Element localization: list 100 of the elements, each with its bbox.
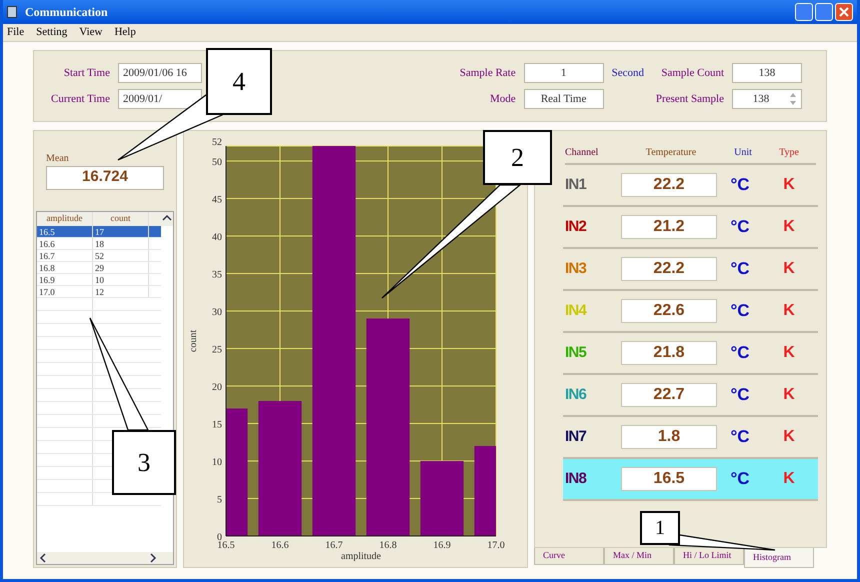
menu-item[interactable]: Setting: [36, 24, 68, 41]
type-text: K: [782, 385, 796, 405]
column-header: Unit: [733, 146, 753, 160]
table-cell: 18: [93, 238, 149, 249]
callout-box: 1: [640, 511, 680, 545]
type-text: K: [782, 175, 796, 195]
sample-count-field[interactable]: 138: [732, 63, 802, 83]
close-button[interactable]: [835, 3, 853, 21]
spinner-arrows-icon: [789, 92, 797, 106]
mode-field[interactable]: Real Time: [524, 89, 604, 109]
unit-text: °C: [729, 342, 751, 364]
table-cell: 16.7: [37, 250, 93, 261]
field-label: Sample Count: [660, 66, 724, 81]
unit-label: Second: [612, 66, 644, 81]
maximize-button[interactable]: [815, 3, 833, 21]
table-cell: 29: [93, 262, 149, 273]
type-text: K: [782, 217, 796, 237]
type-text: K: [782, 343, 796, 363]
channel-name: IN1: [565, 174, 588, 195]
unit-text: °C: [729, 384, 751, 406]
y-tick-label: 45: [212, 194, 222, 206]
menu-item[interactable]: Help: [114, 24, 136, 41]
app-icon: [7, 6, 17, 18]
channel-row[interactable]: IN1 22.2 °C K: [563, 165, 818, 207]
callout-box: 3: [112, 430, 176, 495]
table-row[interactable]: 16.5 17: [37, 226, 161, 238]
start-time-field[interactable]: 2009/01/06 16: [118, 63, 202, 83]
table-row[interactable]: 16.8 29: [37, 262, 161, 274]
unit-text: °C: [729, 300, 751, 322]
y-tick-label: 0: [217, 532, 222, 543]
mean-label: Mean: [46, 152, 70, 166]
temperature-field: 22.2: [621, 173, 717, 197]
x-tick-label: 17.0: [487, 540, 505, 551]
table-cell: 17.0: [37, 286, 93, 297]
channel-row[interactable]: IN4 22.6 °C K: [563, 291, 818, 333]
menu-item[interactable]: View: [79, 24, 102, 41]
table-cell: 52: [93, 250, 149, 261]
window-title: Communication: [25, 4, 108, 21]
channel-name: IN3: [565, 258, 588, 279]
column-header: Type: [778, 146, 800, 160]
table-row[interactable]: 16.9 10: [37, 274, 161, 286]
type-text: K: [782, 469, 796, 489]
x-tick-label: 16.9: [433, 540, 451, 551]
x-tick-label: 16.8: [379, 540, 397, 551]
minimize-button[interactable]: [795, 3, 813, 21]
channel-name: IN8: [565, 468, 588, 489]
temperature-field: 22.6: [621, 299, 717, 323]
table-row[interactable]: 16.7 52: [37, 250, 161, 262]
table-row[interactable]: 17.0 12: [37, 286, 161, 298]
y-axis-title: count: [188, 330, 199, 352]
tab[interactable]: Curve: [534, 548, 604, 565]
table-cell: 17: [93, 226, 149, 237]
y-tick-label: 40: [212, 232, 222, 243]
x-tick-label: 16.5: [217, 540, 235, 551]
y-tick-label: 30: [212, 307, 222, 318]
column-header: Temperature: [644, 146, 698, 160]
table-cell: 16.6: [37, 238, 93, 249]
y-tick-label: 50: [212, 157, 222, 168]
channel-row[interactable]: IN5 21.8 °C K: [563, 333, 818, 375]
unit-text: °C: [729, 216, 751, 238]
table-row[interactable]: 16.6 18: [37, 238, 161, 250]
temperature-field: 22.7: [621, 383, 717, 407]
field-label: Mode: [488, 92, 516, 107]
sample-rate-field[interactable]: 1: [524, 63, 604, 83]
y-tick-label: 25: [212, 344, 222, 356]
channel-name: IN5: [565, 342, 588, 363]
table-cell: 10: [93, 274, 149, 285]
y-tick-label: 15: [212, 420, 222, 430]
table-cell: 16.9: [37, 274, 93, 285]
y-tick-label: 5: [217, 494, 222, 506]
channel-row[interactable]: IN8 16.5 °C K: [563, 459, 818, 501]
field-label: Sample Rate: [458, 66, 516, 81]
present-sample-spinner[interactable]: 138: [732, 89, 802, 109]
channel-name: IN7: [565, 426, 588, 447]
temperature-field: 16.5: [621, 467, 717, 491]
channel-row[interactable]: IN2 21.2 °C K: [563, 207, 818, 249]
channel-row[interactable]: IN3 22.2 °C K: [563, 249, 818, 291]
close-icon: [839, 7, 849, 17]
type-text: K: [782, 301, 796, 321]
y-tick-label: 52: [212, 137, 222, 148]
tab[interactable]: Histogram: [744, 548, 814, 568]
y-tick-label: 35: [212, 270, 222, 280]
type-text: K: [782, 259, 796, 279]
x-tick-label: 16.7: [325, 540, 343, 551]
y-tick-label: 20: [212, 382, 222, 393]
menu-item[interactable]: File: [7, 24, 24, 41]
channel-name: IN4: [565, 300, 588, 321]
tab[interactable]: Hi / Lo Limit: [674, 548, 744, 565]
tab[interactable]: Max / Min: [604, 548, 674, 565]
callout-box: 2: [483, 130, 552, 185]
y-tick-label: 10: [212, 457, 222, 468]
channel-row[interactable]: IN6 22.7 °C K: [563, 375, 818, 417]
current-time-field[interactable]: 2009/01/: [118, 89, 202, 109]
field-label: Current Time: [50, 92, 110, 107]
table-cell: 12: [93, 286, 149, 297]
x-tick-label: 16.6: [271, 540, 289, 551]
temperature-field: 21.8: [621, 341, 717, 365]
unit-text: °C: [729, 468, 751, 490]
x-axis-title: amplitude: [341, 551, 381, 561]
channel-name: IN6: [565, 384, 588, 405]
